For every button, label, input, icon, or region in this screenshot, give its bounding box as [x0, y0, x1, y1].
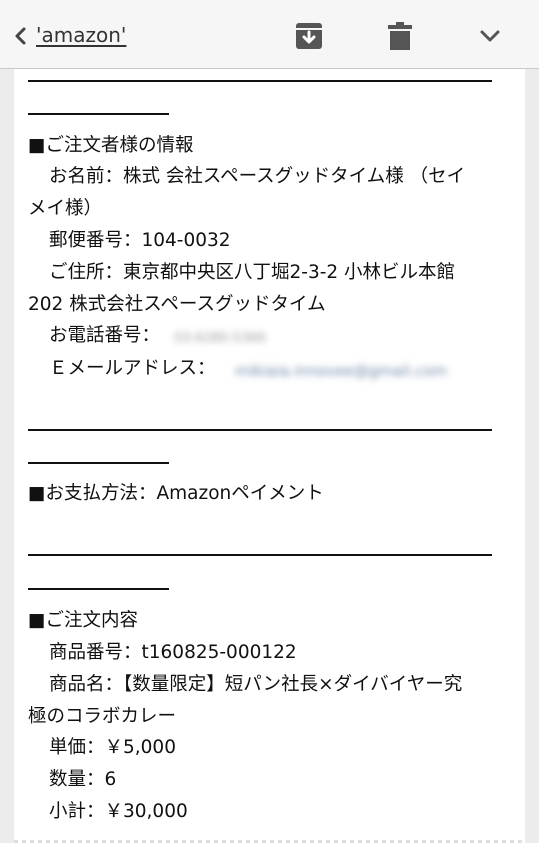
divider: [28, 588, 169, 590]
order-heading: ■ご注文内容: [28, 610, 138, 631]
email-label: Ｅメールアドレス：: [49, 358, 216, 379]
phone-value-redacted: 03-6280-5366: [174, 331, 267, 346]
product-name-line-1: 商品名：【数量限定】短パン社長×ダイバイヤー究: [49, 674, 463, 695]
orderer-heading: ■ご注文者様の情報: [28, 135, 194, 156]
chevron-down-icon: [480, 30, 500, 42]
email-value-redacted[interactable]: mikiaia.innovee@gmail.com: [235, 359, 447, 383]
name-line-1: お名前：株式 会社スペースグッドタイム様 （セイ: [49, 166, 466, 187]
divider: [28, 462, 169, 464]
divider: [28, 554, 492, 556]
email-row: Ｅメールアドレス： mikiaia.innovee@gmail.com: [49, 357, 447, 381]
name-line-2: メイ様）: [28, 198, 103, 219]
address-line-2: 202 株式会社スペースグッドタイム: [28, 294, 326, 315]
divider: [28, 429, 492, 431]
mailbox-title[interactable]: 'amazon': [36, 23, 126, 47]
archive-icon: [296, 23, 322, 49]
more-button[interactable]: [473, 19, 507, 53]
unit-price: 単価：￥5,000: [49, 737, 176, 758]
email-body: ■ご注文者様の情報 お名前：株式 会社スペースグッドタイム様 （セイ メイ様） …: [14, 69, 525, 843]
back-button[interactable]: [10, 20, 34, 52]
address-line-1: ご住所：東京都中央区八丁堀2-3-2 小林ビル本館: [49, 262, 456, 283]
chevron-left-icon: [15, 27, 26, 45]
navigation-bar: 'amazon': [0, 0, 539, 69]
phone-row: お電話番号： 03-6280-5366: [49, 324, 266, 348]
phone-label: お電話番号：: [49, 325, 161, 346]
subtotal: 小計：￥30,000: [49, 801, 188, 822]
trash-icon: [388, 22, 412, 50]
product-name-line-2: 極のコラボカレー: [28, 706, 177, 727]
trash-button[interactable]: [383, 19, 417, 53]
product-number: 商品番号：t160825-000122: [49, 642, 297, 663]
divider: [28, 80, 492, 82]
quantity: 数量：6: [49, 769, 117, 790]
archive-button[interactable]: [292, 19, 326, 53]
divider: [28, 113, 169, 115]
payment-method: ■お支払方法：Amazonペイメント: [28, 483, 324, 504]
postal-code: 郵便番号：104-0032: [49, 230, 231, 251]
